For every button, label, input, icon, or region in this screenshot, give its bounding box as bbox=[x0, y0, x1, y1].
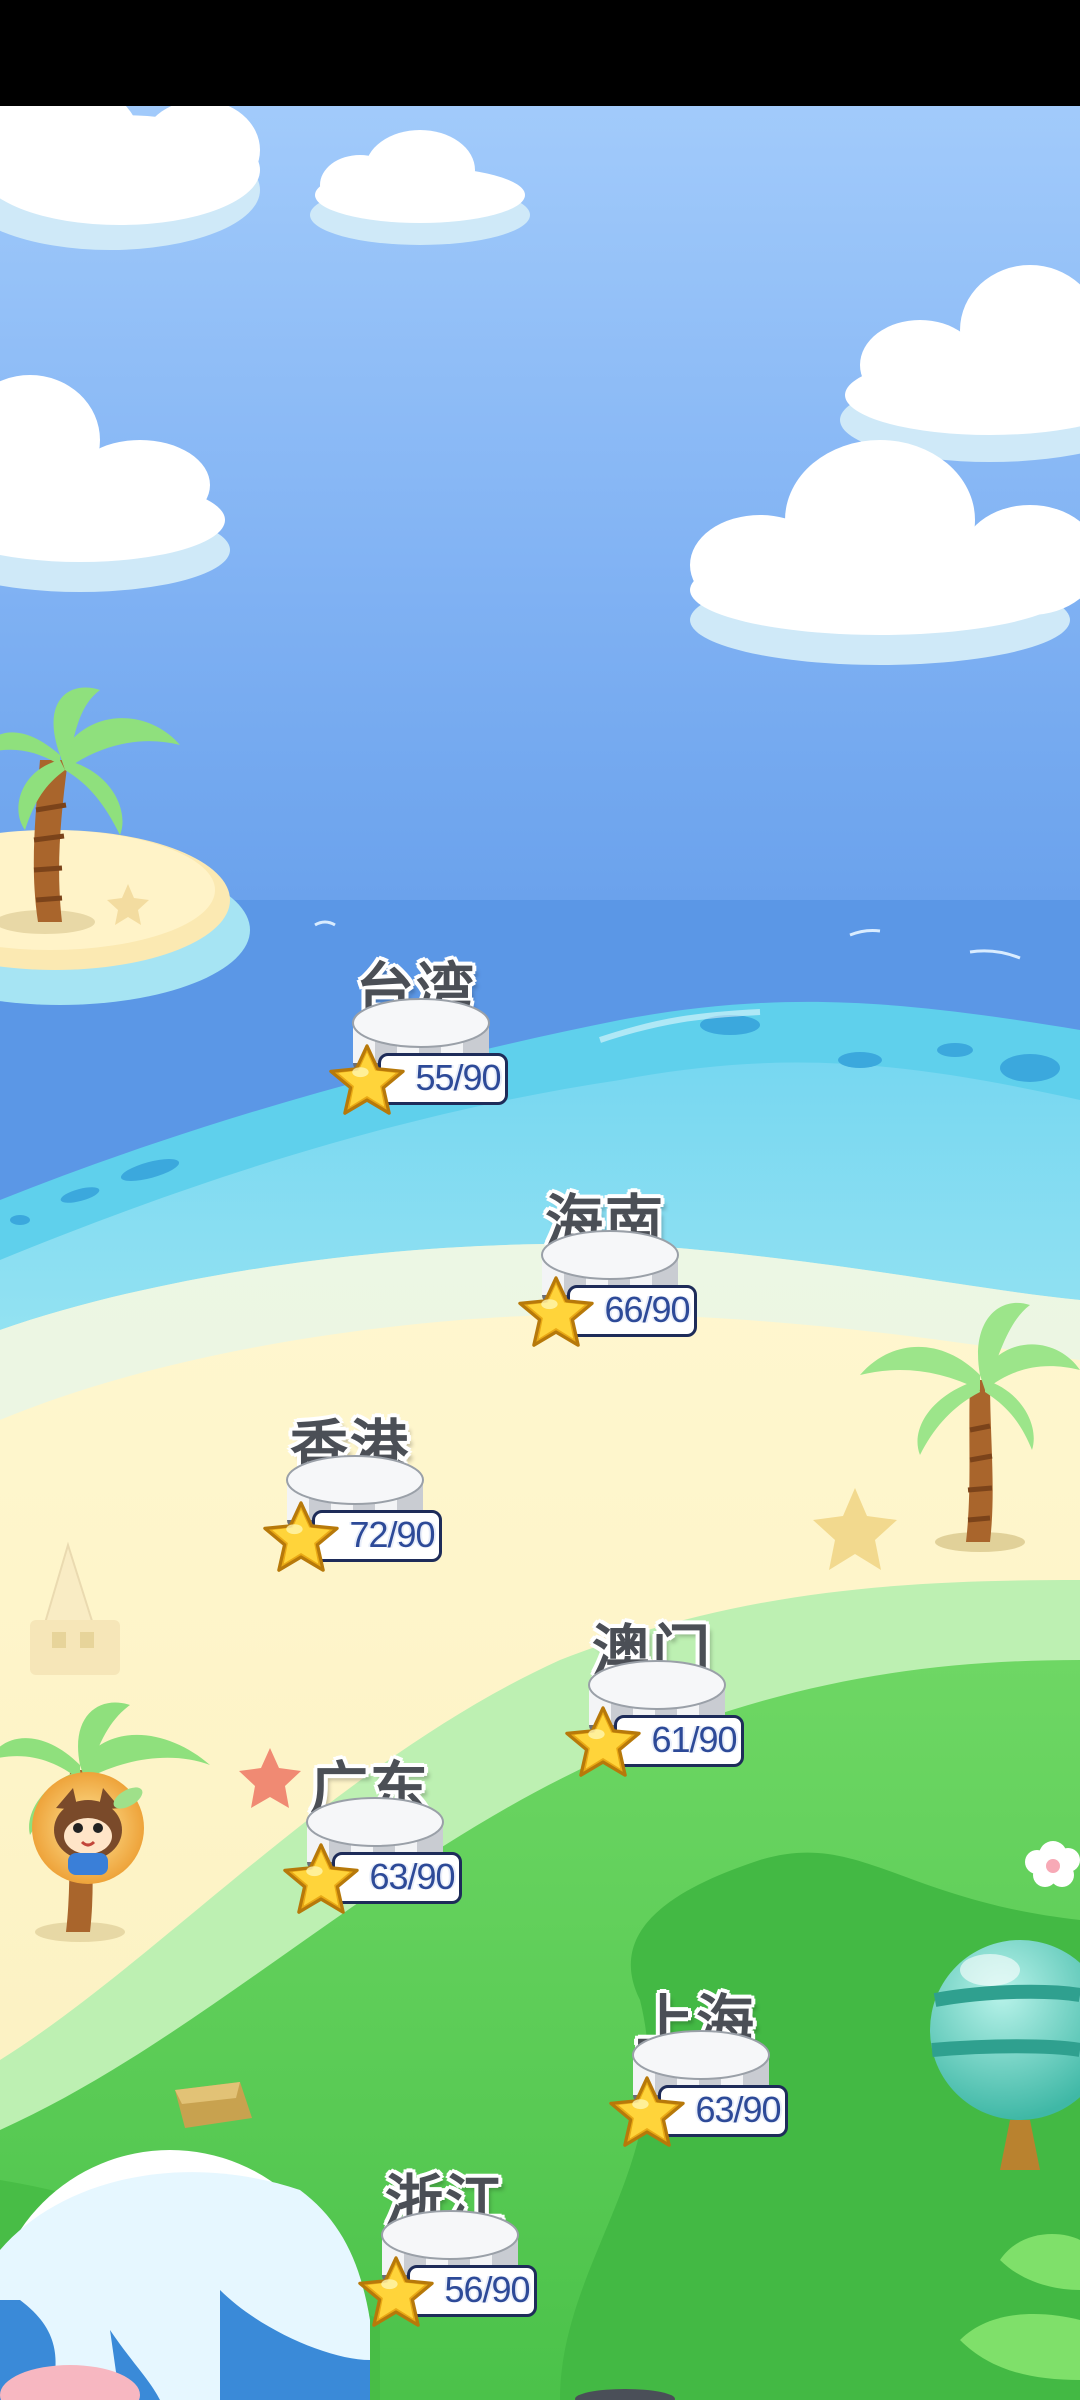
star-icon bbox=[518, 1276, 594, 1347]
level-node-macau[interactable]: 澳门 61/90 bbox=[562, 1605, 782, 1795]
star-score: 72/90 bbox=[349, 1514, 435, 1555]
star-score: 56/90 bbox=[444, 2269, 530, 2310]
star-icon bbox=[263, 1501, 339, 1572]
level-node-shanghai[interactable]: 上海 63/90 bbox=[606, 1975, 826, 2165]
level-node-hainan[interactable]: 海南 66/90 bbox=[515, 1175, 735, 1365]
star-icon bbox=[283, 1843, 359, 1914]
star-score: 61/90 bbox=[651, 1719, 737, 1760]
player-avatar-icon[interactable] bbox=[28, 1768, 148, 1888]
palm-tree-icon bbox=[860, 1302, 1080, 1552]
star-icon bbox=[329, 1044, 405, 1115]
star-icon bbox=[609, 2076, 685, 2147]
star-icon bbox=[565, 1706, 641, 1777]
game-map: 台湾 55/90 海南 66/90 香港 72/90 澳门 61/90 广东 6… bbox=[0, 0, 1080, 2400]
star-score: 63/90 bbox=[369, 1856, 455, 1897]
star-score: 55/90 bbox=[415, 1057, 501, 1098]
star-icon bbox=[358, 2256, 434, 2327]
level-node-taiwan[interactable]: 台湾 55/90 bbox=[326, 943, 546, 1133]
level-node-zhejiang[interactable]: 浙江 56/90 bbox=[355, 2155, 575, 2345]
star-score: 66/90 bbox=[604, 1289, 690, 1330]
level-node-hongkong[interactable]: 香港 72/90 bbox=[260, 1400, 480, 1590]
level-pedestal bbox=[575, 2389, 675, 2400]
level-node-guangdong[interactable]: 广东 63/90 bbox=[280, 1742, 500, 1932]
status-bar bbox=[0, 0, 1080, 106]
palm-tree-icon bbox=[0, 687, 180, 934]
star-score: 63/90 bbox=[695, 2089, 781, 2130]
